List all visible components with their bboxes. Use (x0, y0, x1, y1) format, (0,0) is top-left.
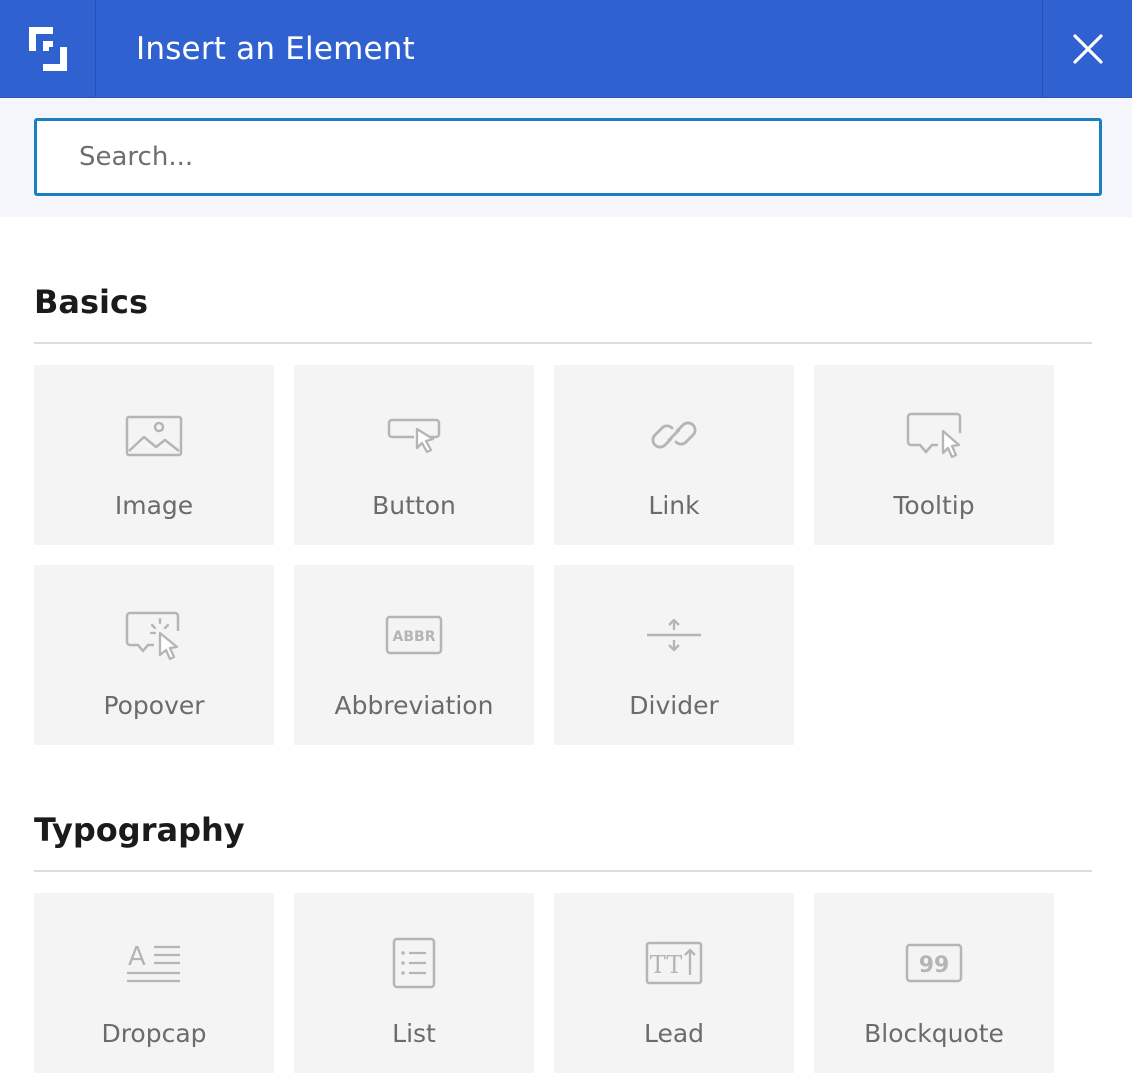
element-tile-dropcap[interactable]: A Dropcap (34, 893, 274, 1073)
brand-logo-icon (28, 26, 67, 71)
tooltip-icon (906, 412, 962, 459)
svg-text:ABBR: ABBR (393, 629, 436, 645)
section-divider (34, 342, 1092, 344)
modal-header: Insert an Element (0, 0, 1132, 98)
element-tile-label: Popover (103, 691, 205, 720)
element-tile-image[interactable]: Image (34, 365, 274, 545)
element-tile-tooltip[interactable]: Tooltip (814, 365, 1054, 545)
list-icon (392, 937, 436, 989)
dropcap-icon: A (127, 942, 180, 983)
section-title-typography: Typography (34, 811, 245, 849)
modal-title: Insert an Element (136, 31, 416, 67)
search-bar (0, 98, 1132, 217)
search-input[interactable] (34, 118, 1102, 196)
element-tile-button[interactable]: Button (294, 365, 534, 545)
blockquote-icon: 99 (905, 943, 963, 983)
element-tile-lead[interactable]: TT Lead (554, 893, 794, 1073)
element-tile-abbreviation[interactable]: ABBR Abbreviation (294, 565, 534, 745)
section-divider (34, 870, 1092, 872)
svg-text:A: A (128, 942, 146, 972)
element-tile-link[interactable]: Link (554, 365, 794, 545)
element-tile-popover[interactable]: Popover (34, 565, 274, 745)
close-button[interactable] (1042, 0, 1132, 97)
element-tile-label: Divider (629, 691, 719, 720)
brand-logo (0, 0, 96, 97)
element-tile-label: Tooltip (893, 491, 975, 520)
element-tile-list[interactable]: List (294, 893, 534, 1073)
element-tile-blockquote[interactable]: 99 Blockquote (814, 893, 1054, 1073)
svg-text:TT: TT (650, 951, 682, 979)
element-tile-divider[interactable]: Divider (554, 565, 794, 745)
popover-icon (125, 611, 180, 661)
button-cursor-icon (387, 418, 441, 454)
element-tile-label: Image (114, 491, 194, 520)
element-tile-label: Button (372, 491, 456, 520)
svg-text:99: 99 (919, 953, 950, 978)
element-tile-label: Link (648, 491, 700, 520)
image-icon (125, 415, 183, 457)
divider-icon (647, 618, 701, 652)
abbreviation-icon: ABBR (385, 615, 443, 655)
link-icon (651, 421, 697, 449)
close-icon (1072, 33, 1103, 64)
section-title-basics: Basics (34, 283, 149, 321)
element-tile-label: Abbreviation (334, 691, 494, 720)
lead-icon: TT (645, 941, 703, 985)
